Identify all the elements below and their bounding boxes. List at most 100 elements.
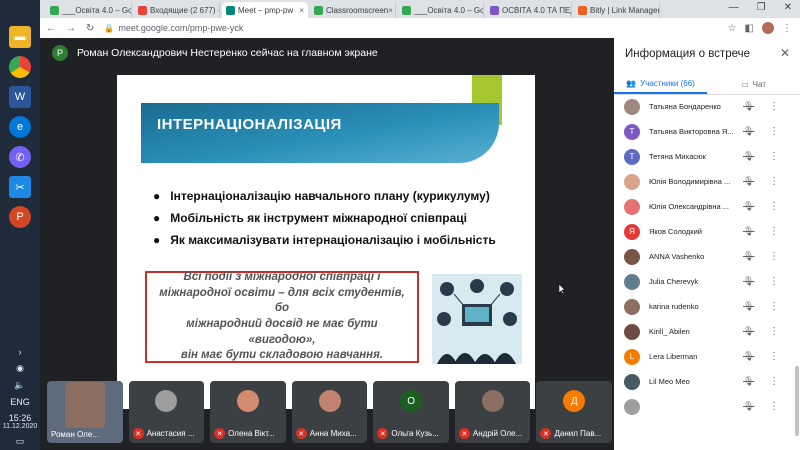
more-options-icon[interactable]: ⋮: [769, 326, 779, 337]
participant-row[interactable]: Julia Cherevyk 🎙 ⋮: [614, 269, 800, 294]
minimize-icon[interactable]: —: [729, 2, 739, 13]
participant-tile[interactable]: ✕ Олена Вікт...: [210, 381, 286, 443]
tab-favicon-icon: [490, 5, 499, 15]
more-options-icon[interactable]: ⋮: [769, 351, 779, 362]
notification-icon[interactable]: ▭: [16, 436, 25, 447]
participant-list: Татьяна Бондаренко 🎙 ⋮ Т Татьяна Викторовна …: [614, 94, 800, 419]
participant-row[interactable]: ANNA Vashenko 🎙 ⋮: [614, 244, 800, 269]
browser-tab[interactable]: Bitly | Link Managem×: [574, 2, 660, 18]
participant-name: karina rudenko: [649, 302, 699, 311]
panel-scrollbar[interactable]: [795, 366, 799, 436]
mic-off-icon[interactable]: 🎙: [743, 251, 754, 262]
slide-title: ІНТЕРНАЦІОНАЛІЗАЦІЯ: [157, 116, 342, 133]
tab-close-icon[interactable]: ×: [388, 6, 393, 15]
tab-favicon-icon: [314, 5, 323, 15]
network-icon[interactable]: ◉: [16, 363, 24, 374]
mic-off-icon[interactable]: 🎙: [743, 226, 754, 237]
participant-name: Lera Liberman: [649, 352, 698, 361]
tab-close-icon[interactable]: ×: [299, 6, 304, 15]
edge-icon[interactable]: e: [9, 116, 31, 138]
participant-tile[interactable]: О ✕ Ольга Кузь...: [373, 381, 449, 443]
participant-row[interactable]: Lil Meo Meo 🎙 ⋮: [614, 369, 800, 394]
close-window-icon[interactable]: ✕: [784, 2, 792, 13]
more-options-icon[interactable]: ⋮: [769, 101, 779, 112]
participant-tile[interactable]: ✕ Анастасия ...: [128, 381, 205, 443]
participant-row[interactable]: 🎙 ⋮: [614, 394, 800, 419]
mic-off-icon[interactable]: 🎙: [743, 151, 754, 162]
more-options-icon[interactable]: ⋮: [769, 126, 779, 137]
folder-icon[interactable]: ▬: [9, 26, 31, 48]
volume-icon[interactable]: 🔈: [14, 380, 25, 391]
participant-row[interactable]: Т Татьяна Викторовна Я... 🎙 ⋮: [614, 119, 800, 144]
url-field[interactable]: 🔒 meet.google.com/pmp-pwe-yck: [104, 23, 243, 33]
chrome-icon[interactable]: [9, 56, 31, 78]
mic-off-icon[interactable]: 🎙: [743, 176, 754, 187]
more-options-icon[interactable]: ⋮: [769, 251, 779, 262]
browser-tab[interactable]: ___Освіта 4.0 – Goo×: [46, 2, 132, 18]
tile-name: Роман Оле...: [51, 430, 99, 439]
browser-tab[interactable]: ___Освіта 4.0 – Goo×: [398, 2, 484, 18]
browser-tab[interactable]: Classroomscreen ×: [310, 2, 396, 18]
powerpoint-icon[interactable]: P: [9, 206, 31, 228]
mic-off-icon[interactable]: 🎙: [743, 126, 754, 137]
presenter-bar: Р Роман Олександрович Нестеренко сейчас …: [52, 42, 378, 64]
more-options-icon[interactable]: ⋮: [769, 226, 779, 237]
clock-time[interactable]: 15:26: [9, 413, 32, 423]
more-options-icon[interactable]: ⋮: [769, 176, 779, 187]
tile-label: Роман Оле...: [51, 430, 121, 439]
mic-off-icon[interactable]: 🎙: [743, 101, 754, 112]
extension-icon[interactable]: ◧: [745, 23, 754, 34]
tab-chat-label: Чат: [752, 80, 766, 89]
participant-tile[interactable]: ✕ Андрій Оле...: [454, 381, 531, 443]
mic-off-icon[interactable]: 🎙: [743, 376, 754, 387]
participant-row[interactable]: Т Тетяна Михасюк 🎙 ⋮: [614, 144, 800, 169]
participant-row[interactable]: L Lera Liberman 🎙 ⋮: [614, 344, 800, 369]
more-options-icon[interactable]: ⋮: [769, 201, 779, 212]
more-options-icon[interactable]: ⋮: [769, 376, 779, 387]
window-controls: — ❐ ✕: [729, 2, 792, 13]
viber-icon[interactable]: ✆: [9, 146, 31, 168]
participant-row[interactable]: Я Яков Солодкий 🎙 ⋮: [614, 219, 800, 244]
mic-off-icon[interactable]: 🎙: [743, 301, 754, 312]
star-icon[interactable]: ☆: [728, 23, 737, 34]
browser-tab[interactable]: Meet – pmp-pw ×: [222, 2, 308, 18]
participant-row[interactable]: Юлія Володимирівна ... 🎙 ⋮: [614, 169, 800, 194]
browser-tab[interactable]: Входящие (2 677) - k×: [134, 2, 220, 18]
participant-row[interactable]: Юлія Олександрівна ... 🎙 ⋮: [614, 194, 800, 219]
reload-icon[interactable]: ↻: [86, 23, 94, 34]
tab-participants[interactable]: 👥 Участники (66): [614, 75, 707, 94]
browser-tab[interactable]: ОСВІТА 4.0 ТА ПЕДА×: [486, 2, 572, 18]
tab-favicon-icon: [50, 5, 59, 15]
clock-date[interactable]: 11.12.2020: [3, 423, 38, 430]
maximize-icon[interactable]: ❐: [757, 2, 766, 13]
more-options-icon[interactable]: ⋮: [769, 151, 779, 162]
mic-off-icon[interactable]: 🎙: [743, 276, 754, 287]
close-icon[interactable]: ✕: [780, 46, 790, 60]
mic-off-icon[interactable]: 🎙: [743, 351, 754, 362]
tab-favicon-icon: [138, 5, 147, 15]
back-icon[interactable]: ←: [46, 23, 56, 34]
tab-chat[interactable]: ▭ Чат: [707, 75, 800, 94]
menu-icon[interactable]: ⋮: [782, 23, 792, 34]
more-options-icon[interactable]: ⋮: [769, 301, 779, 312]
mic-off-icon[interactable]: 🎙: [743, 201, 754, 212]
participant-row[interactable]: karina rudenko 🎙 ⋮: [614, 294, 800, 319]
participant-row[interactable]: Kirill_ Abilen 🎙 ⋮: [614, 319, 800, 344]
more-options-icon[interactable]: ⋮: [769, 276, 779, 287]
mic-off-icon[interactable]: 🎙: [743, 401, 754, 412]
chevron-up-icon[interactable]: ›: [19, 347, 22, 357]
participant-tile[interactable]: ✕ Анна Миха...: [291, 381, 368, 443]
mic-off-icon[interactable]: 🎙: [743, 326, 754, 337]
slide-quote-box: Всі події з міжнародної співпраці і міжна…: [145, 271, 419, 363]
windows-taskbar: ▬ W e ✆ ✂ P › ◉ 🔈 ENG 15:26 11.12.2020 ▭: [0, 0, 40, 450]
forward-icon[interactable]: →: [66, 23, 76, 34]
word-icon[interactable]: W: [9, 86, 31, 108]
profile-avatar[interactable]: [762, 22, 774, 34]
participant-tile[interactable]: Роман Оле...: [47, 381, 123, 443]
participant-tile[interactable]: Д ✕ Данил Пав...: [536, 381, 613, 443]
participant-row[interactable]: Татьяна Бондаренко 🎙 ⋮: [614, 94, 800, 119]
language-indicator[interactable]: ENG: [10, 397, 30, 407]
lock-icon: 🔒: [104, 23, 115, 33]
snip-icon[interactable]: ✂: [9, 176, 31, 198]
more-options-icon[interactable]: ⋮: [769, 401, 779, 412]
